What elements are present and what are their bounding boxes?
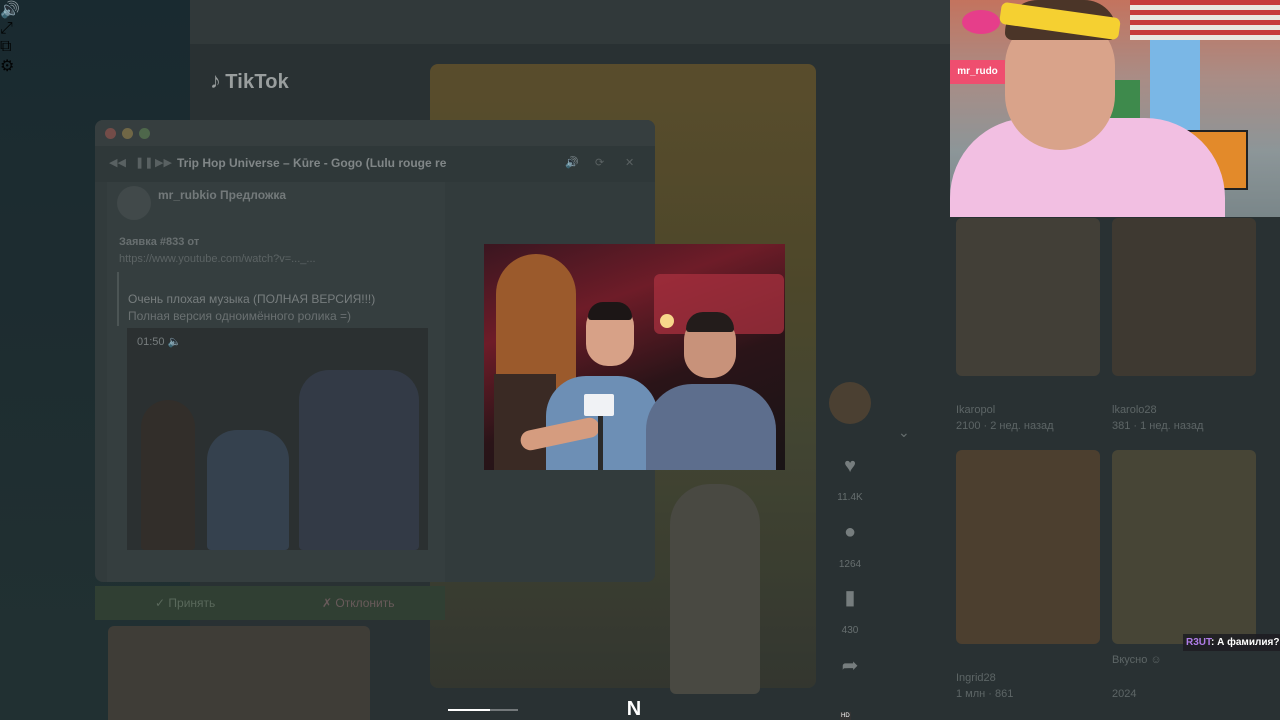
microphone (584, 394, 614, 416)
pip-video[interactable] (484, 244, 785, 470)
webcam-overlay: mr_rudo (950, 0, 1280, 217)
chat-username: R3UT (1186, 637, 1212, 648)
chat-text: : А фамилия? (1211, 637, 1280, 648)
quality-badge: HD (840, 712, 851, 720)
scene-man-right (646, 384, 776, 470)
scene-man-left-hair (588, 302, 632, 320)
lips-decoration (962, 10, 1000, 34)
microphone-handle (598, 414, 603, 470)
neon-sign: mr_rudo (950, 60, 1005, 84)
flag (1130, 0, 1280, 40)
flag (1150, 40, 1200, 130)
volume-slider-fill (448, 709, 490, 711)
player-logo[interactable]: N (624, 699, 644, 719)
scene-man-right-hair (686, 312, 734, 332)
scene-lamp (660, 314, 674, 328)
chat-message: R3UT: А фамилия? (1183, 634, 1280, 651)
screen: ♪ TikTok ⌄ ♥ 11.4K ● 1264 ▮ 430 ➦ Ikaropo… (0, 0, 1280, 720)
